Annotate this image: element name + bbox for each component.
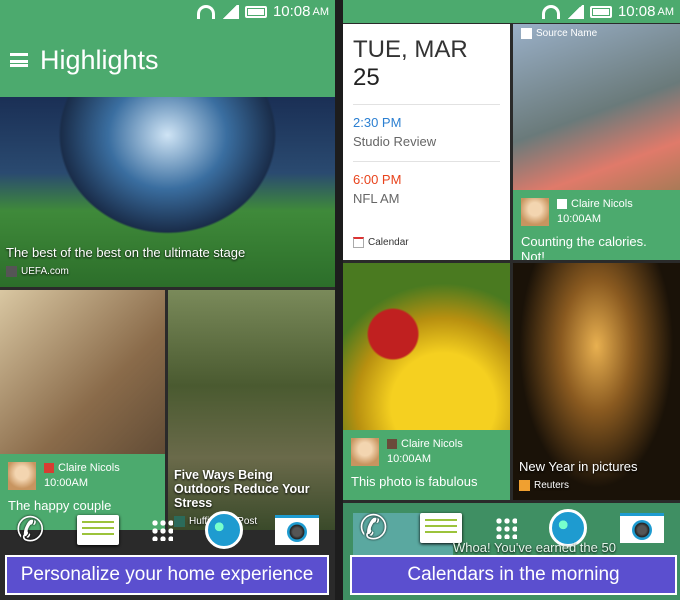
clock: 10:08	[272, 3, 311, 20]
wifi-icon	[196, 4, 215, 19]
event-name: NFL AM	[353, 191, 400, 206]
left-phone-screen: 10:08 AM Highlights The best of the best…	[0, 0, 335, 600]
author-name: Claire Nicols	[58, 462, 120, 474]
status-bar: 10:08 AM	[0, 0, 335, 23]
source-icon	[6, 266, 17, 277]
dock: ✆	[0, 508, 335, 552]
app-header: Highlights	[0, 23, 335, 97]
wifi-icon	[541, 4, 560, 19]
clock-ampm: AM	[657, 5, 675, 18]
avatar	[8, 462, 36, 490]
event-time: 2:30 PM	[353, 115, 402, 130]
messages-icon[interactable]	[76, 515, 119, 545]
browser-icon[interactable]	[204, 511, 243, 549]
battery-icon	[244, 5, 267, 18]
photo-post-tile[interactable]: Source Name Claire Nicols 10:00AM Counti…	[513, 24, 680, 260]
avatar	[351, 438, 379, 466]
menu-icon[interactable]	[10, 53, 28, 67]
hero-caption: The best of the best on the ultimate sta…	[6, 245, 246, 260]
google-plus-icon	[44, 463, 54, 473]
source-icon	[519, 480, 530, 491]
post-message: Counting the calories. Not!	[521, 234, 647, 260]
signal-icon	[220, 4, 239, 19]
calendar-app-label: Calendar	[368, 237, 409, 248]
flickr-icon	[557, 199, 567, 209]
messages-icon[interactable]	[420, 513, 463, 543]
achievement-text: Whoa! You've earned the 50	[453, 540, 616, 555]
social-post-tile[interactable]: Claire Nicols 10:00AM The happy couple	[0, 290, 165, 530]
source-icon	[521, 28, 532, 39]
page-title: Highlights	[40, 44, 159, 75]
clock-ampm: AM	[312, 5, 330, 18]
phone-icon[interactable]: ✆	[16, 513, 45, 547]
article-source: Reuters	[534, 480, 570, 491]
social-post-tile[interactable]: Claire Nicols 10:00AM This photo is fabu…	[343, 263, 510, 500]
camera-icon[interactable]	[274, 515, 319, 545]
calendar-day: 25	[353, 64, 380, 91]
photo-source: Source Name	[536, 28, 598, 39]
hero-source: UEFA.com	[21, 266, 69, 277]
calendar-event[interactable]: 6:00 PM NFL AM	[343, 162, 510, 218]
avatar	[521, 198, 549, 226]
article-caption: Five Ways Being Outdoors Reduce Your Str…	[174, 468, 310, 510]
event-time: 6:00 PM	[353, 172, 402, 187]
calendar-date: TUE, MAR	[353, 36, 468, 63]
battery-icon	[589, 5, 612, 18]
right-phone-screen: 10:08 AM TUE, MAR 25 2:30 PM Studio Revie…	[343, 0, 680, 600]
article-caption: New Year in pictures	[519, 459, 638, 474]
post-message: This photo is fabulous	[351, 474, 478, 489]
calendar-tile[interactable]: TUE, MAR 25 2:30 PM Studio Review 6:00 PM…	[343, 24, 510, 260]
caption-banner: Calendars in the morning	[350, 555, 677, 595]
caption-banner: Personalize your home experience	[5, 555, 329, 595]
calendar-event[interactable]: 2:30 PM Studio Review	[343, 105, 510, 161]
event-name: Studio Review	[353, 134, 437, 149]
author-name: Claire Nicols	[571, 198, 633, 210]
phone-icon[interactable]: ✆	[359, 511, 388, 545]
camera-icon[interactable]	[619, 513, 664, 543]
app-drawer-icon[interactable]	[494, 517, 517, 539]
signal-icon	[565, 4, 584, 19]
article-tile[interactable]: New Year in pictures Reuters	[513, 263, 680, 500]
calendar-icon	[353, 237, 364, 248]
status-bar: 10:08 AM	[343, 0, 680, 23]
author-name: Claire Nicols	[401, 438, 463, 450]
app-drawer-icon[interactable]	[150, 519, 173, 541]
instagram-icon	[387, 439, 397, 449]
clock: 10:08	[617, 3, 656, 20]
article-tile[interactable]: Five Ways Being Outdoors Reduce Your Str…	[168, 290, 335, 530]
hero-article-tile[interactable]: The best of the best on the ultimate sta…	[0, 97, 335, 287]
